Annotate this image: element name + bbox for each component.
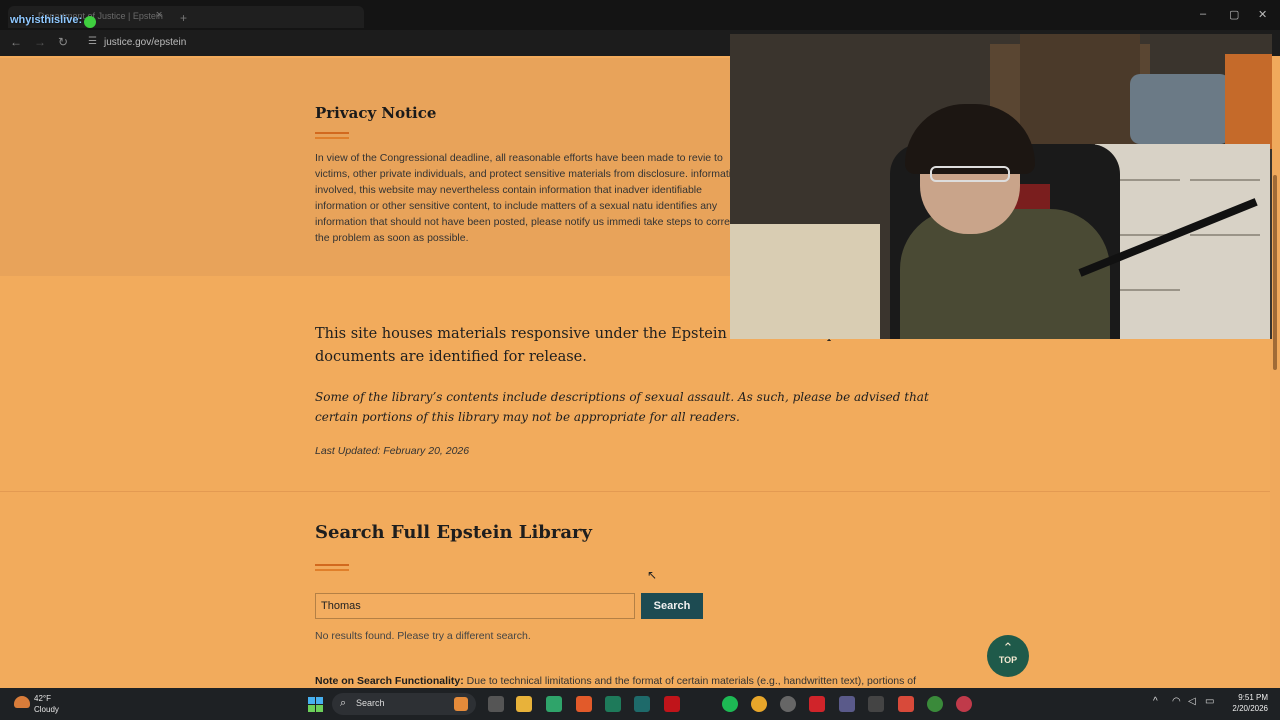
title-accent [315,132,349,134]
taskbar-search[interactable]: ⌕ Search [332,693,476,715]
webcam-dresser [1095,144,1270,339]
obs-icon[interactable] [868,696,884,712]
mouse-cursor-icon: ↖ [647,568,658,582]
clock-date[interactable]: 2/20/2026 [1220,704,1268,713]
privacy-title: Privacy Notice [315,104,437,122]
search-icon: ⌕ [340,697,347,709]
search-highlight-icon [454,697,468,711]
battery-icon[interactable]: ▭ [1205,696,1214,707]
clock-time[interactable]: 9:51 PM [1228,693,1268,702]
chevron-up-icon[interactable]: ^ [1153,696,1158,707]
edge-icon[interactable] [546,696,562,712]
dresser-drawer [1110,289,1180,291]
webcam-poster [1225,54,1272,149]
volume-icon[interactable]: ◁ [1188,696,1196,707]
stream-emote-icon [84,16,96,28]
forward-icon[interactable]: → [34,35,46,49]
scrollbar-thumb[interactable] [1273,175,1277,370]
site-info-icon[interactable]: ☰ [88,36,97,47]
search-section-title: Search Full Epstein Library [315,522,592,543]
section-divider [0,491,1280,492]
netflix-icon[interactable] [664,696,680,712]
stream-channel-label: whyisthislive: [10,14,83,26]
weather-icon[interactable] [14,696,30,708]
chrome-icon[interactable] [751,696,767,712]
webcam-bed [730,224,880,339]
search-note: Note on Search Functionality: Due to tec… [315,675,965,687]
file-explorer-icon[interactable] [516,696,532,712]
privacy-body: In view of the Congressional deadline, a… [315,152,743,244]
app-icon[interactable] [634,696,650,712]
steam-icon[interactable] [780,696,796,712]
search-input[interactable] [315,593,635,619]
app-icon[interactable] [839,696,855,712]
title-accent [315,569,349,571]
webcam-overlay [730,34,1272,339]
app-icon[interactable] [898,696,914,712]
maximize-icon[interactable]: ▢ [1229,8,1239,21]
chevron-up-icon: ⌃ [1002,640,1014,655]
title-accent [315,137,349,139]
taskbar-search-label: Search [356,698,385,708]
webcam-person-body [900,209,1110,339]
close-window-icon[interactable]: ✕ [1258,8,1267,21]
discord-icon[interactable] [956,696,972,712]
browser-titlebar: Department of Justice | Epstein × + whyi… [0,0,1280,30]
webcam-person-glasses [930,166,1010,182]
start-button[interactable] [308,697,323,712]
last-updated: Last Updated: February 20, 2026 [315,445,470,457]
windows-taskbar: 42°F Cloudy ⌕ Search ^ ◠ ◁ ▭ 9:51 PM 2/2… [0,688,1280,720]
back-icon[interactable]: ← [10,35,22,49]
back-to-top-label: TOP [998,655,1018,665]
weather-condition[interactable]: Cloudy [34,705,59,714]
chrome-icon[interactable] [927,696,943,712]
app-icon[interactable] [576,696,592,712]
new-tab-icon[interactable]: + [180,11,187,25]
search-note-text: Due to technical limitations and the for… [463,675,917,687]
minimize-icon[interactable]: – [1200,8,1206,20]
title-accent [315,564,349,566]
url-field[interactable]: justice.gov/epstein [104,37,186,48]
outlook-icon[interactable] [605,696,621,712]
dresser-drawer [1190,179,1260,181]
no-results-message: No results found. Please try a different… [315,630,531,642]
dresser-drawer [1110,179,1180,181]
task-view-icon[interactable] [488,696,504,712]
search-button[interactable]: Search [641,593,703,619]
wifi-icon[interactable]: ◠ [1172,696,1181,707]
content-warning: Some of the library’s contents include d… [315,390,929,424]
tab-close-icon[interactable]: × [156,9,162,21]
weather-temperature[interactable]: 42°F [34,694,51,703]
back-to-top-button[interactable]: ⌃ TOP [987,635,1029,677]
reload-icon[interactable]: ↻ [58,35,68,49]
webcam-figures [1130,74,1230,144]
spotify-icon[interactable] [722,696,738,712]
tiktok-icon[interactable] [809,696,825,712]
dresser-drawer [1190,234,1260,236]
search-note-label: Note on Search Functionality: [315,675,464,687]
